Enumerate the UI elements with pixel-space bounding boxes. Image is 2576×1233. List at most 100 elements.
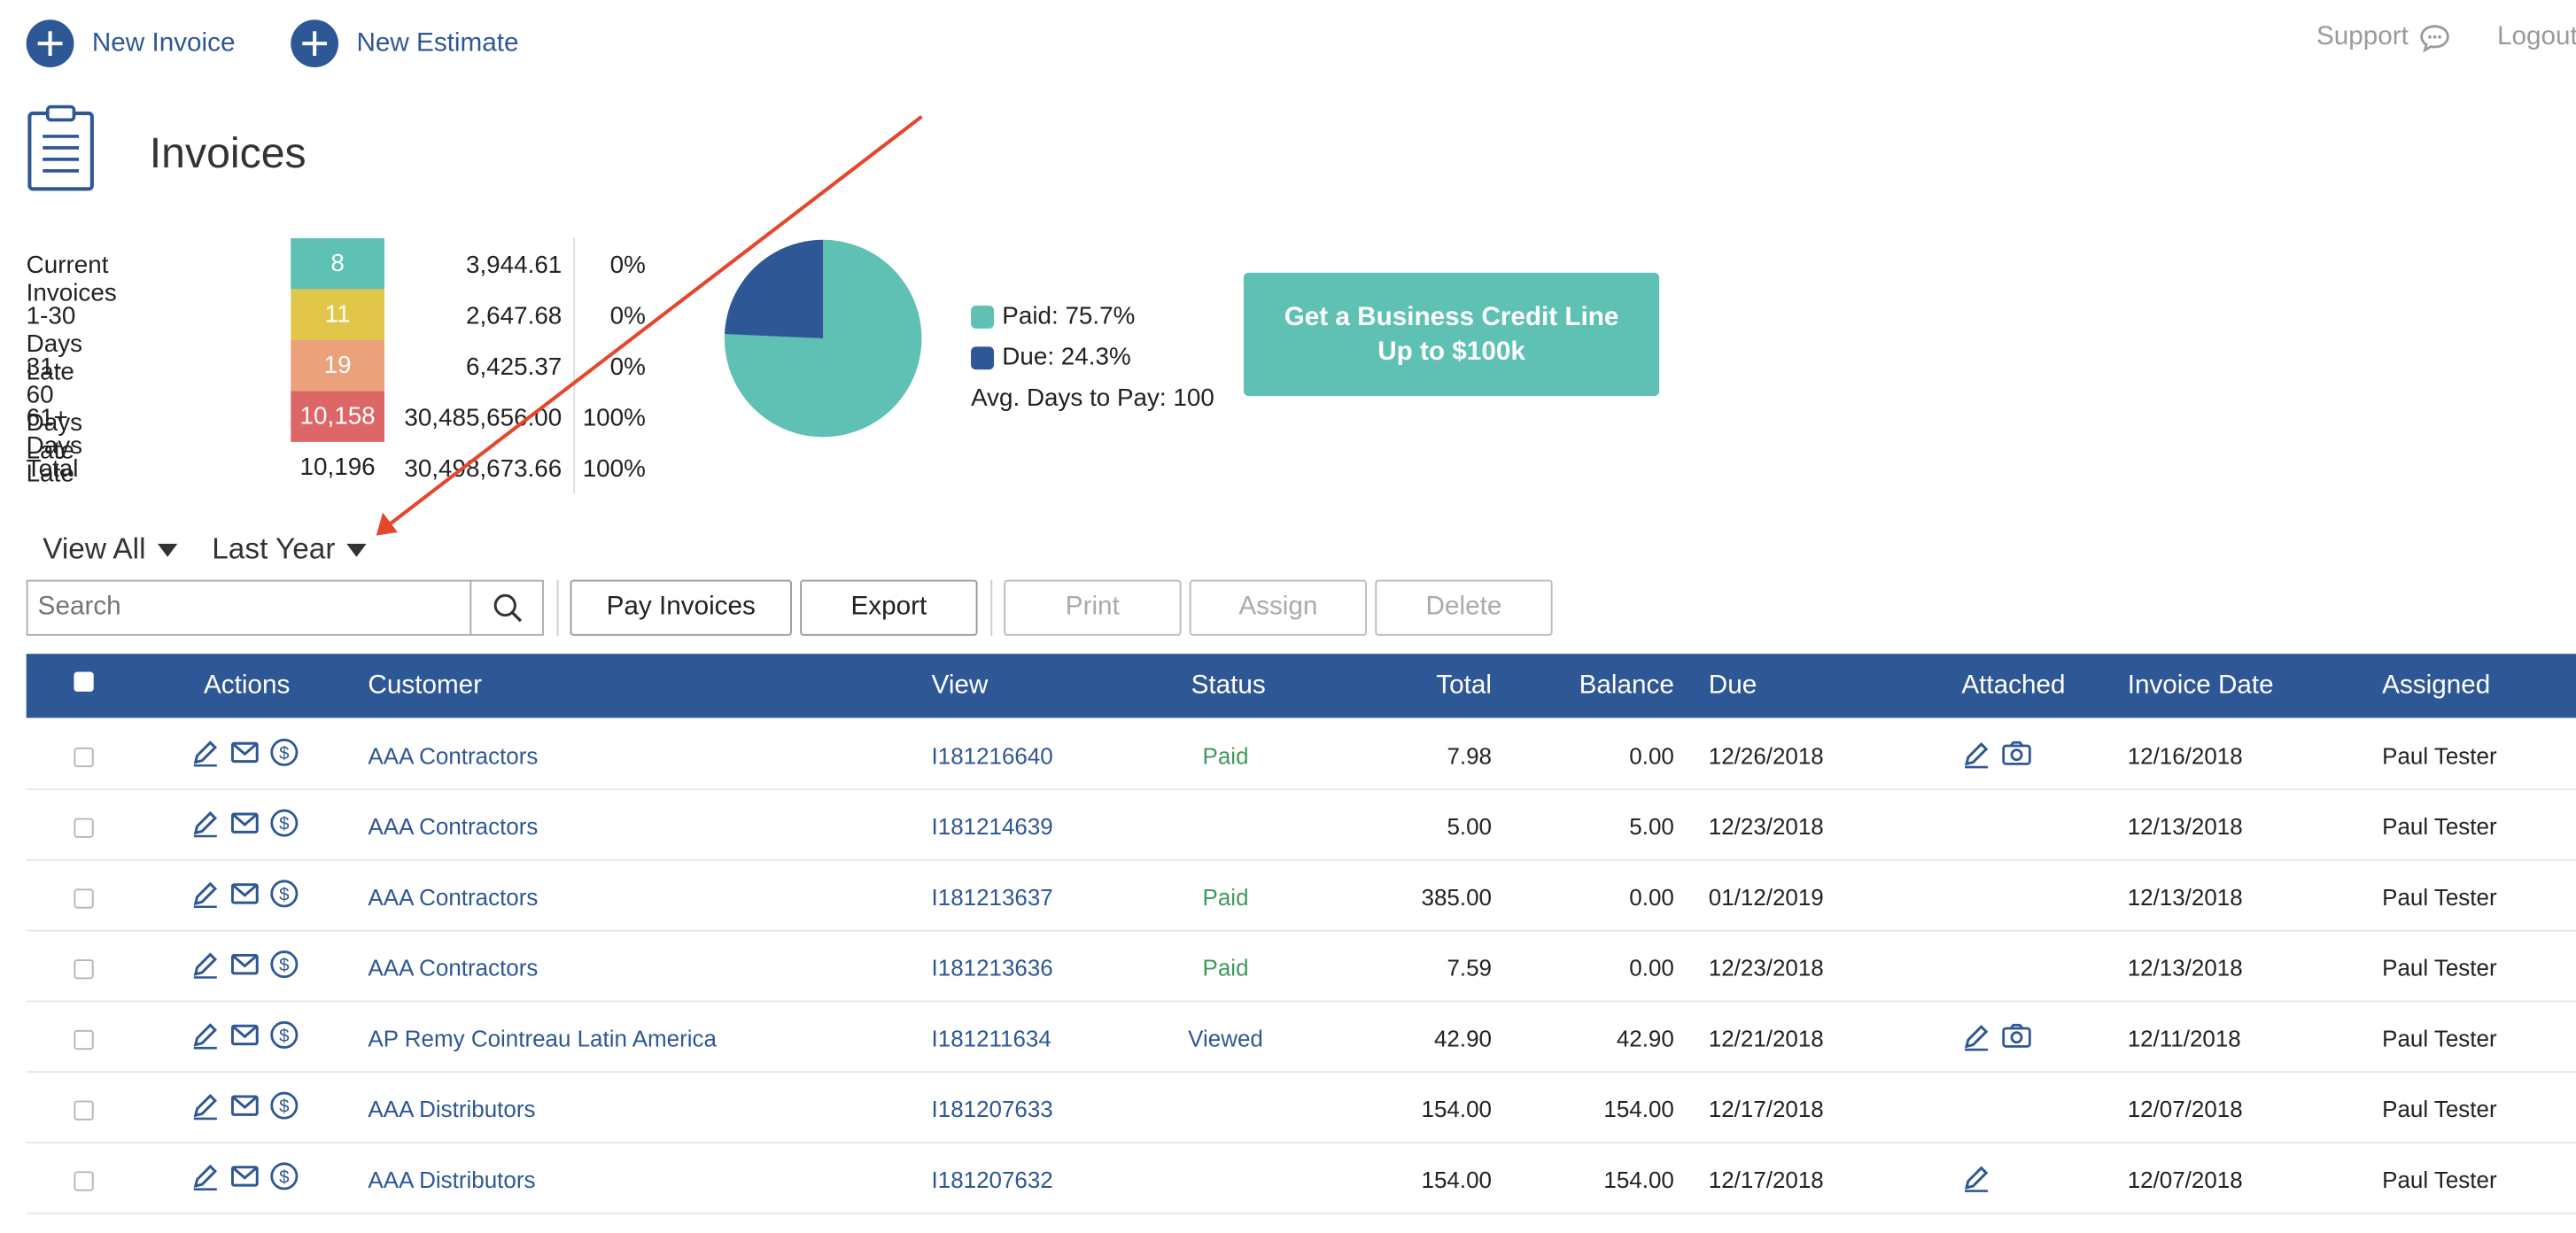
search-input[interactable] (26, 579, 472, 636)
total-amount: 5.00 (1447, 813, 1492, 840)
invoice-date: 12/07/2018 (2127, 1096, 2243, 1122)
invoice-number-link[interactable]: I181213637 (932, 884, 1053, 911)
dollar-icon[interactable]: $ (269, 738, 299, 767)
pie-slice-due (724, 239, 824, 339)
invoice-date: 12/16/2018 (2127, 742, 2243, 769)
col-due[interactable]: Due (1709, 672, 1757, 702)
invoice-number-link[interactable]: I181207632 (932, 1167, 1053, 1193)
col-balance[interactable]: Balance (1559, 672, 1674, 702)
invoice-number-link[interactable]: I181214639 (932, 813, 1053, 840)
pencil-icon[interactable] (190, 950, 220, 979)
logout-label: Logout (2496, 22, 2576, 51)
envelope-icon[interactable] (230, 950, 260, 979)
select-all-checkbox[interactable] (74, 671, 94, 692)
col-attached: Attached (1961, 671, 2066, 701)
customer-link[interactable]: AAA Contractors (368, 955, 538, 981)
assign-button[interactable]: Assign (1189, 579, 1368, 636)
export-button[interactable]: Export (800, 579, 978, 636)
envelope-icon[interactable] (230, 808, 260, 837)
dollar-icon[interactable]: $ (269, 1161, 299, 1190)
legend-paid: Paid: 75.7% (971, 302, 1135, 330)
period-filter-label: Last Year (212, 531, 336, 565)
customer-link[interactable]: AAA Distributors (368, 1167, 535, 1193)
assigned-user: Paul Tester (2382, 954, 2497, 981)
row-checkbox[interactable] (74, 1029, 94, 1051)
customer-link[interactable]: AAA Contractors (368, 884, 538, 911)
row-checkbox[interactable] (74, 1171, 94, 1191)
col-customer[interactable]: Customer (368, 672, 482, 702)
pencil-icon[interactable] (190, 1020, 220, 1050)
dollar-icon[interactable]: $ (269, 1020, 299, 1050)
row-checkbox[interactable] (74, 747, 94, 768)
total-amount: 385.00 (1421, 883, 1492, 911)
status-label: Paid (1202, 883, 1249, 911)
pencil-icon[interactable] (190, 738, 220, 767)
legend-swatch-paid (971, 305, 995, 328)
balance-amount: 0.00 (1629, 883, 1674, 911)
paid-due-pie-chart (724, 239, 922, 438)
total-amount: 154.00 (1421, 1166, 1492, 1193)
table-row: $ AAA Contractors I181214639 5.00 5.00 12/23/… (26, 790, 2576, 861)
invoice-number-link[interactable]: I181211634 (932, 1025, 1051, 1051)
search-button[interactable] (469, 579, 544, 636)
pencil-icon[interactable] (190, 1090, 220, 1121)
col-view[interactable]: View (932, 672, 989, 702)
attachments (1961, 740, 2032, 769)
assigned-user: Paul Tester (2382, 1096, 2497, 1122)
customer-link[interactable]: AAA Distributors (368, 1096, 535, 1122)
envelope-icon[interactable] (230, 1020, 260, 1050)
invoice-number-link[interactable]: I181207633 (932, 1096, 1053, 1122)
pencil-icon[interactable] (190, 879, 220, 909)
customer-link[interactable]: AAA Contractors (368, 742, 538, 769)
camera-icon[interactable] (2001, 1022, 2032, 1051)
new-estimate-button[interactable]: New Estimate (291, 19, 519, 68)
pencil-icon[interactable] (1961, 1163, 1990, 1192)
pencil-icon[interactable] (190, 1161, 220, 1191)
col-invoice-date[interactable]: Invoice Date (2128, 672, 2274, 702)
envelope-icon[interactable] (230, 1161, 260, 1190)
invoice-number-link[interactable]: I181216640 (932, 742, 1053, 769)
dollar-icon[interactable]: $ (269, 950, 299, 979)
invoice-number-link[interactable]: I181213636 (932, 955, 1053, 981)
row-checkbox[interactable] (74, 818, 94, 838)
customer-link[interactable]: AP Remy Cointreau Latin America (368, 1025, 717, 1051)
legend-swatch-due (971, 345, 995, 369)
summary-count-badge: 11 (291, 289, 384, 340)
pencil-icon[interactable] (1961, 740, 1990, 769)
support-link[interactable]: Support (2316, 22, 2451, 53)
dropdown-caret-icon (157, 542, 177, 556)
support-label: Support (2316, 22, 2409, 51)
invoice-date: 12/07/2018 (2127, 1166, 2243, 1193)
envelope-icon[interactable] (230, 1090, 260, 1120)
customer-link[interactable]: AAA Contractors (368, 813, 538, 840)
svg-text:$: $ (279, 744, 290, 764)
dollar-icon[interactable]: $ (269, 808, 299, 837)
camera-icon[interactable] (2001, 740, 2032, 768)
col-status[interactable]: Status (1191, 672, 1266, 702)
pencil-icon[interactable] (190, 808, 220, 838)
row-checkbox[interactable] (74, 959, 94, 980)
row-checkbox[interactable] (74, 888, 94, 909)
period-filter-dropdown[interactable]: Last Year (212, 531, 367, 567)
pencil-icon[interactable] (1961, 1022, 1990, 1051)
table-row: $ AP Remy Cointreau Latin America I1812116… (26, 1002, 2576, 1074)
pay-invoices-button[interactable]: Pay Invoices (570, 579, 792, 636)
delete-button[interactable]: Delete (1375, 579, 1553, 636)
col-total[interactable]: Total (1393, 672, 1492, 702)
print-button[interactable]: Print (1004, 579, 1182, 636)
row-actions: $ (190, 1020, 299, 1050)
total-amount: 42.90 (1433, 1025, 1492, 1051)
row-actions: $ (190, 808, 299, 838)
envelope-icon[interactable] (230, 738, 260, 767)
view-filter-dropdown[interactable]: View All (43, 532, 177, 567)
col-assigned[interactable]: Assigned (2382, 672, 2490, 702)
business-credit-line-button[interactable]: Get a Business Credit Line Up to $100k (1243, 272, 1660, 396)
dollar-icon[interactable]: $ (269, 1090, 299, 1120)
dollar-icon[interactable]: $ (269, 879, 299, 908)
envelope-icon[interactable] (230, 879, 260, 908)
assigned-user: Paul Tester (2382, 883, 2497, 911)
row-checkbox[interactable] (74, 1100, 94, 1121)
logout-link[interactable]: Logout (2497, 23, 2576, 52)
summary-count-badge: 19 (291, 339, 384, 392)
new-invoice-button[interactable]: New Invoice (26, 19, 236, 68)
